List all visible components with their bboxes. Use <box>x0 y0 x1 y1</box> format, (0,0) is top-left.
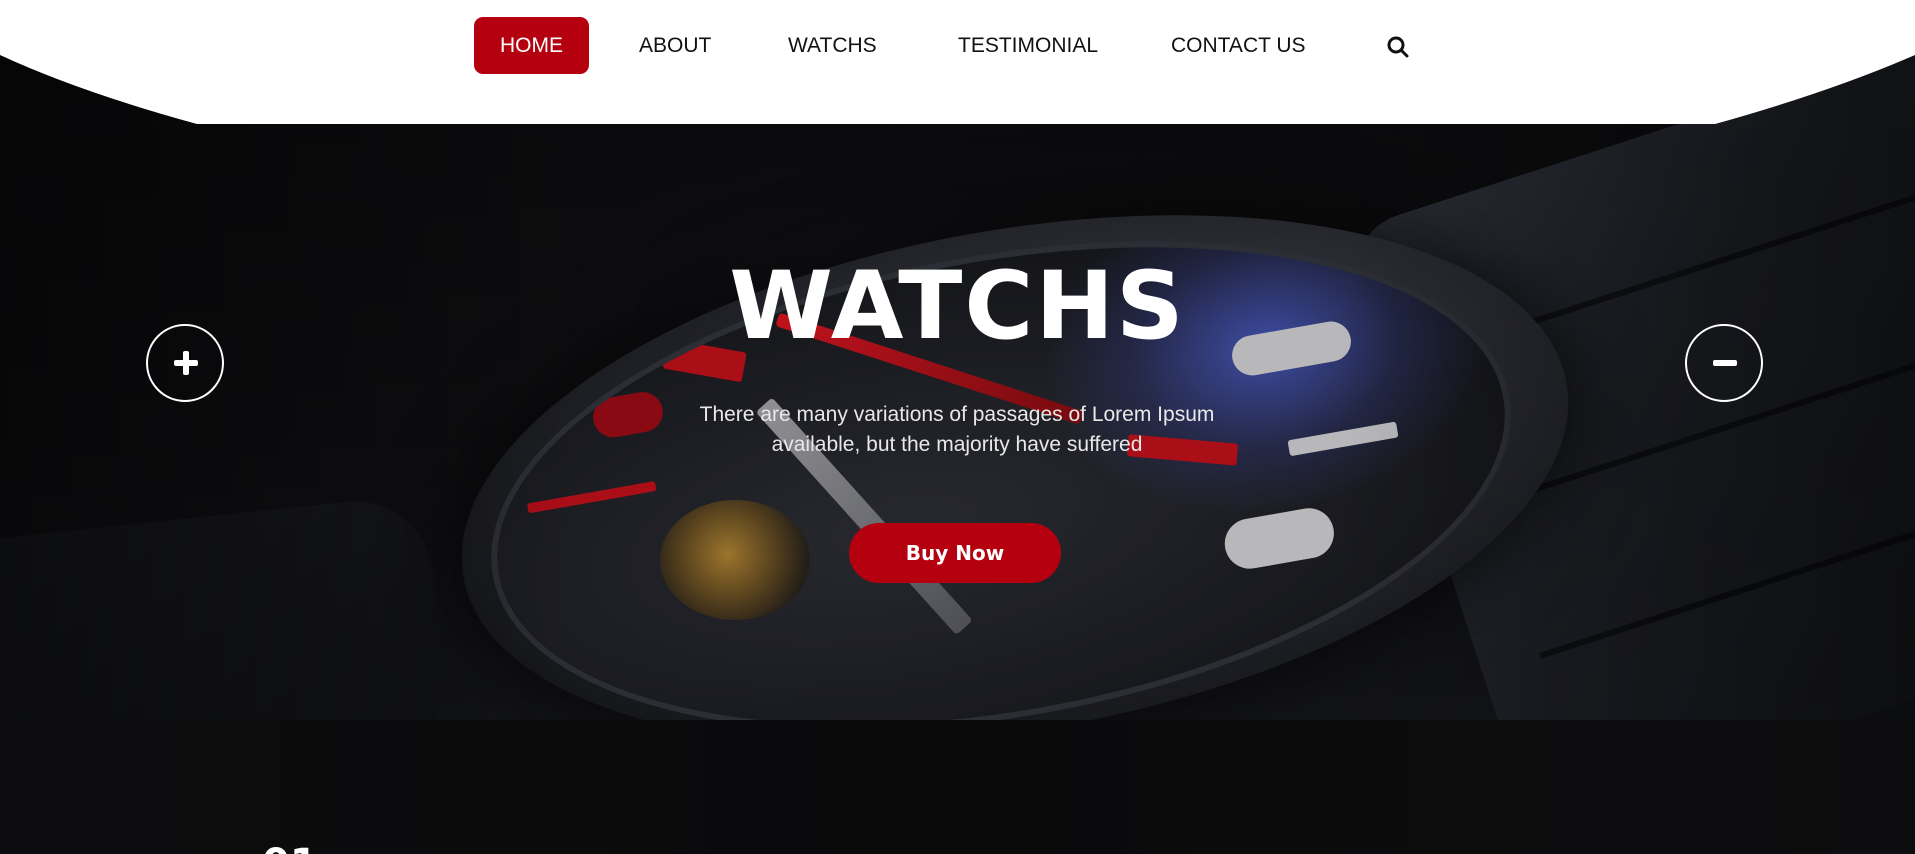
header: HOME ABOUT WATCHS TESTIMONIAL CONTACT US <box>0 0 1915 124</box>
nav-item-about[interactable]: ABOUT <box>639 17 711 74</box>
nav-item-watchs[interactable]: WATCHS <box>788 17 877 74</box>
search-icon[interactable] <box>1386 35 1410 59</box>
hero-description: There are many variations of passages of… <box>699 403 1215 456</box>
slider-next-button[interactable] <box>1685 324 1763 402</box>
hero-title: WATCHS <box>729 252 1186 361</box>
nav-item-testimonial[interactable]: TESTIMONIAL <box>958 17 1098 74</box>
nav-item-home[interactable]: HOME <box>474 17 589 74</box>
page: HOME ABOUT WATCHS TESTIMONIAL CONTACT US… <box>0 0 1915 854</box>
slider-prev-button[interactable] <box>146 324 224 402</box>
buy-now-button[interactable]: Buy Now <box>849 523 1061 583</box>
next-section: 01 <box>0 720 1915 854</box>
section-number: 01 <box>262 844 318 854</box>
nav-item-contact-us[interactable]: CONTACT US <box>1171 17 1306 74</box>
main-nav: HOME ABOUT WATCHS TESTIMONIAL CONTACT US <box>0 17 1915 74</box>
